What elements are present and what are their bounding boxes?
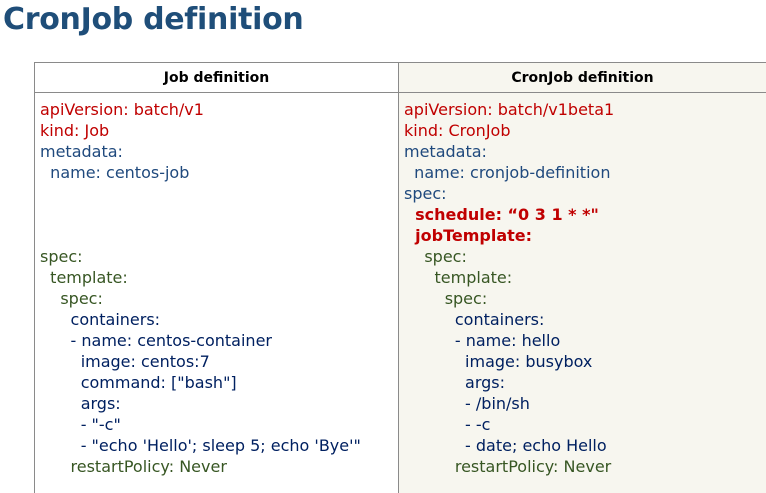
job-code-line — [40, 204, 398, 225]
cronjob-code-line: - /bin/sh — [404, 393, 766, 414]
job-code-line: spec: — [40, 246, 398, 267]
cronjob-code-line: - -c — [404, 414, 766, 435]
cronjob-code-line: jobTemplate: — [404, 225, 766, 246]
cronjob-code-line: template: — [404, 267, 766, 288]
cronjob-code-line: image: busybox — [404, 351, 766, 372]
cronjob-definition-cell: apiVersion: batch/v1beta1kind: CronJobme… — [399, 93, 766, 493]
cronjob-code-line: schedule: “0 3 1 * *" — [404, 204, 766, 225]
job-code-line: containers: — [40, 309, 398, 330]
job-code-line — [40, 183, 398, 204]
cronjob-code-line: args: — [404, 372, 766, 393]
cronjob-definition-header: CronJob definition — [399, 63, 766, 93]
job-code-line: metadata: — [40, 141, 398, 162]
cronjob-code-line: apiVersion: batch/v1beta1 — [404, 99, 766, 120]
cronjob-code-line: kind: CronJob — [404, 120, 766, 141]
job-code-line — [40, 225, 398, 246]
cronjob-code-line: - name: hello — [404, 330, 766, 351]
job-code-line: name: centos-job — [40, 162, 398, 183]
cronjob-yaml-code: apiVersion: batch/v1beta1kind: CronJobme… — [399, 93, 766, 477]
job-code-line: args: — [40, 393, 398, 414]
code-row: apiVersion: batch/v1kind: Jobmetadata: n… — [35, 93, 766, 493]
page-title: CronJob definition — [3, 2, 303, 37]
cronjob-code-line: containers: — [404, 309, 766, 330]
cronjob-code-line: name: cronjob-definition — [404, 162, 766, 183]
cronjob-code-line: restartPolicy: Never — [404, 456, 766, 477]
job-code-line: spec: — [40, 288, 398, 309]
job-code-line: - "echo 'Hello'; sleep 5; echo 'Bye'" — [40, 435, 398, 456]
job-code-line: - name: centos-container — [40, 330, 398, 351]
job-definition-header: Job definition — [35, 63, 399, 93]
cronjob-code-line: spec: — [404, 288, 766, 309]
cronjob-code-line: metadata: — [404, 141, 766, 162]
job-code-line: kind: Job — [40, 120, 398, 141]
job-code-line: apiVersion: batch/v1 — [40, 99, 398, 120]
job-code-line: image: centos:7 — [40, 351, 398, 372]
job-code-line: template: — [40, 267, 398, 288]
job-definition-cell: apiVersion: batch/v1kind: Jobmetadata: n… — [35, 93, 399, 493]
job-code-line: command: ["bash"] — [40, 372, 398, 393]
cronjob-code-line: spec: — [404, 246, 766, 267]
cronjob-code-line: - date; echo Hello — [404, 435, 766, 456]
cronjob-code-line: spec: — [404, 183, 766, 204]
job-code-line: restartPolicy: Never — [40, 456, 398, 477]
job-code-line: - "-c" — [40, 414, 398, 435]
comparison-table: Job definition CronJob definition apiVer… — [34, 62, 766, 493]
header-row: Job definition CronJob definition — [35, 63, 766, 93]
job-yaml-code: apiVersion: batch/v1kind: Jobmetadata: n… — [35, 93, 398, 477]
